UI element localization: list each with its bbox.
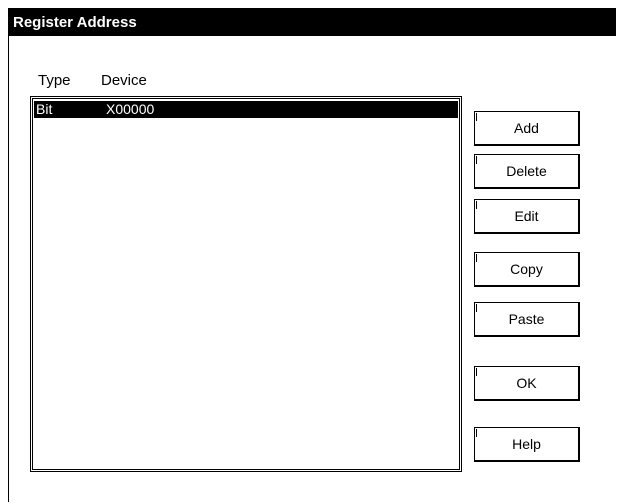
delete-button[interactable]: Delete bbox=[474, 154, 580, 189]
help-button[interactable]: Help bbox=[474, 427, 580, 462]
list-item-type: Bit bbox=[36, 101, 53, 117]
list-item-device: X00000 bbox=[106, 101, 155, 117]
ok-button[interactable]: OK bbox=[474, 366, 580, 401]
column-header-type: Type bbox=[38, 72, 71, 89]
paste-button[interactable]: Paste bbox=[474, 302, 580, 337]
edit-button[interactable]: Edit bbox=[474, 199, 580, 234]
column-header-device: Device bbox=[101, 72, 147, 89]
window-title: Register Address bbox=[9, 9, 616, 36]
copy-button[interactable]: Copy bbox=[474, 252, 580, 287]
add-button[interactable]: Add bbox=[474, 111, 580, 146]
list-item[interactable]: Bit X00000 bbox=[34, 101, 458, 118]
register-address-list[interactable]: Bit X00000 bbox=[30, 96, 462, 472]
